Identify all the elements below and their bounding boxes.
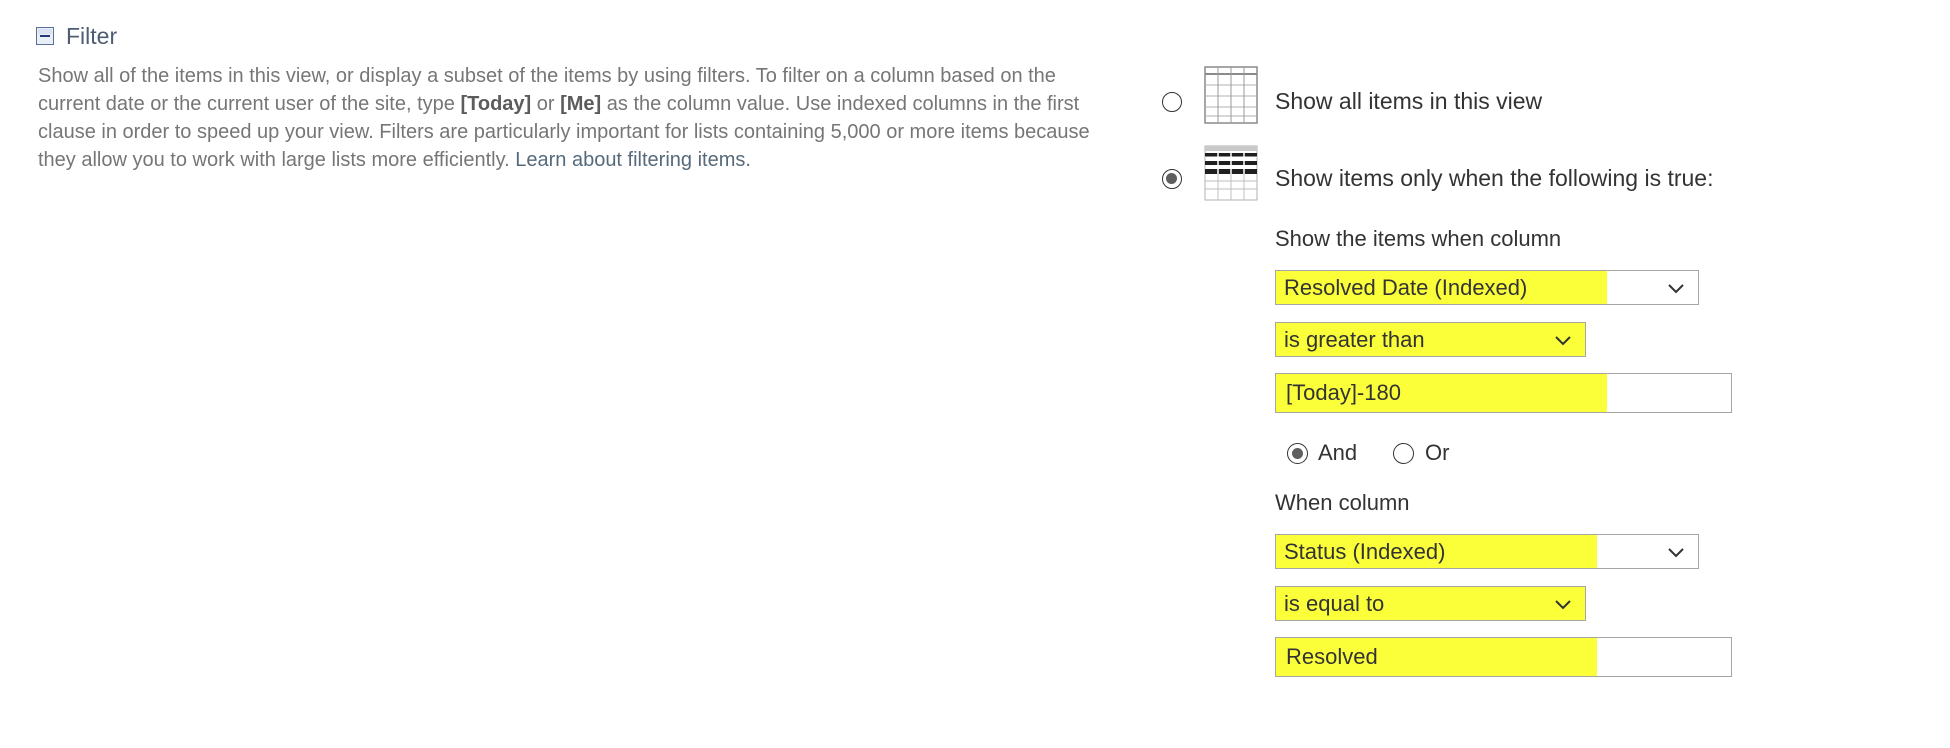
clause1-heading: Show the items when column [1275,226,1562,251]
and-radio[interactable] [1287,443,1308,464]
clause2-column-select[interactable]: Status (Indexed) [1275,534,1699,569]
show-filtered-items-label: Show items only when the following is tr… [1275,165,1714,191]
chevron-down-icon [1555,335,1571,345]
me-token: [Me] [560,93,602,115]
collapse-icon[interactable] [36,27,54,45]
table-grid-icon [1204,66,1258,124]
clause1-column-value: Resolved Date (Indexed) [1284,274,1528,300]
show-all-items-radio[interactable] [1162,92,1182,112]
clause2-heading: When column [1275,490,1410,515]
chevron-down-icon [1668,547,1684,557]
description-text-2: or [531,93,561,115]
section-title: Filter [66,22,118,49]
clause1-operator-value: is greater than [1284,326,1425,352]
or-label: Or [1425,440,1450,465]
learn-about-filtering-link[interactable]: Learn about filtering items. [515,149,751,171]
clause1-column-select[interactable]: Resolved Date (Indexed) [1275,270,1699,305]
clause2-operator-value: is equal to [1284,590,1385,616]
show-filtered-items-radio[interactable] [1162,169,1182,189]
today-token: [Today] [460,93,532,115]
show-all-items-label: Show all items in this view [1275,88,1543,114]
filter-description: Show all of the items in this view, or d… [38,62,1118,174]
filtered-table-icon [1204,145,1258,201]
or-radio[interactable] [1393,443,1414,464]
chevron-down-icon [1668,283,1684,293]
clause2-operator-select[interactable]: is equal to [1275,586,1586,621]
chevron-down-icon [1555,599,1571,609]
clause2-value-text: Resolved [1286,644,1378,669]
clause1-value-text: [Today]-180 [1286,380,1401,405]
clause1-operator-select[interactable]: is greater than [1275,322,1586,357]
clause2-value-input[interactable]: Resolved [1275,637,1732,677]
clause1-value-input[interactable]: [Today]-180 [1275,373,1732,413]
filter-section-header[interactable]: Filter [36,18,117,54]
clause2-column-value: Status (Indexed) [1284,538,1446,564]
and-label: And [1318,440,1358,465]
